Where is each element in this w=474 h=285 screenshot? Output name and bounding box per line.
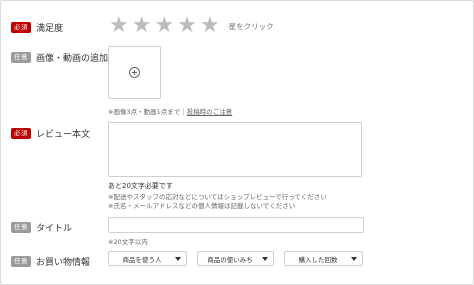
review-body-label: レビュー本文	[36, 130, 91, 140]
required-badge: 必須	[11, 22, 31, 33]
purchase-info-row-label: 任意 お買い物情報	[11, 255, 90, 268]
title-label: タイトル	[36, 224, 73, 234]
chevron-down-icon	[175, 256, 181, 261]
purchase-count-select-label: 購入した回数	[298, 255, 338, 264]
chevron-down-icon	[262, 256, 268, 261]
review-note-privacy: ※氏名・メールアドレスなどの個人情報は記載しないでください	[108, 202, 296, 210]
chevron-down-icon	[351, 256, 357, 261]
star-rating[interactable]: ★ ★ ★ ★ ★ 星をクリック	[109, 15, 274, 37]
image-video-row-label: 任意 画像・動画の追加	[11, 51, 108, 64]
star-icon[interactable]: ★	[200, 15, 220, 37]
review-body-row-label: 必須 レビュー本文	[11, 127, 90, 140]
star-icon[interactable]: ★	[177, 15, 197, 37]
usage-select-label: 商品の使いみち	[207, 255, 253, 264]
star-icon[interactable]: ★	[132, 15, 152, 37]
satisfaction-row-label: 必須 満足度	[11, 21, 63, 34]
satisfaction-label: 満足度	[36, 24, 64, 34]
add-circle-icon	[129, 67, 140, 78]
star-icon[interactable]: ★	[109, 15, 129, 37]
star-icon[interactable]: ★	[154, 15, 174, 37]
purchase-info-label: お買い物情報	[36, 258, 91, 268]
usage-select[interactable]: 商品の使いみち	[197, 251, 274, 266]
optional-badge: 任意	[11, 256, 31, 267]
optional-badge: 任意	[11, 52, 31, 63]
title-row-label: 任意 タイトル	[11, 221, 72, 234]
star-hint: 星をクリック	[228, 21, 274, 31]
review-body-textarea[interactable]	[108, 122, 362, 177]
title-input[interactable]	[108, 217, 364, 233]
required-badge: 必須	[11, 128, 31, 139]
image-video-label: 画像・動画の追加	[36, 54, 109, 64]
image-upload-note-text: ※画像3点・動画1点まで｜	[108, 108, 187, 116]
user-select-label: 商品を使う人	[122, 255, 162, 264]
optional-badge: 任意	[11, 222, 31, 233]
add-image-button[interactable]	[108, 46, 161, 99]
char-requirement: あと20文字必要です	[108, 182, 173, 190]
user-select[interactable]: 商品を使う人	[108, 251, 187, 266]
image-upload-note: ※画像3点・動画1点まで｜投稿時のご注意	[108, 106, 232, 116]
purchase-count-select[interactable]: 購入した回数	[284, 251, 363, 266]
review-form: 必須 満足度 ★ ★ ★ ★ ★ 星をクリック 任意 画像・動画の追加 ※画像3…	[0, 0, 474, 285]
title-note: ※20文字以内	[108, 238, 148, 246]
posting-notes-link[interactable]: 投稿時のご注意	[187, 108, 233, 116]
